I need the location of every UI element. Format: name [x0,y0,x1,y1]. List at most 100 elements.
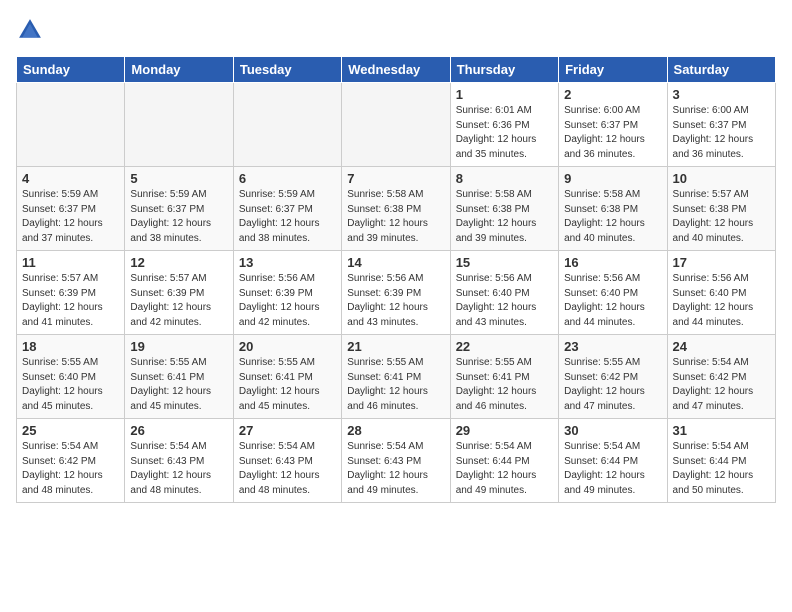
day-number: 9 [564,171,661,186]
day-number: 24 [673,339,770,354]
calendar-week-row: 4 Sunrise: 5:59 AMSunset: 6:37 PMDaylight… [17,167,776,251]
calendar-cell: 9Sunrise: 5:58 AMSunset: 6:38 PMDaylight… [559,167,667,251]
day-info: Sunrise: 5:55 AMSunset: 6:41 PMDaylight:… [239,356,336,414]
calendar-cell: 27 Sunrise: 5:54 AMSunset: 6:43 PMDayligh… [233,419,341,503]
day-info: Sunrise: 5:57 AMSunset: 6:39 PMDaylight:… [22,272,119,330]
calendar-cell: 25Sunrise: 5:54 AMSunset: 6:42 PMDayligh… [17,419,125,503]
calendar-cell: 12 Sunrise: 5:57 AMSunset: 6:39 PMDayligh… [125,251,233,335]
header-friday: Friday [559,57,667,83]
day-info: Sunrise: 5:54 AMSunset: 6:42 PMDaylight:… [673,356,770,414]
calendar-cell: 19 Sunrise: 5:55 AMSunset: 6:41 PMDayligh… [125,335,233,419]
calendar-cell: 26 Sunrise: 5:54 AMSunset: 6:43 PMDayligh… [125,419,233,503]
calendar-cell: 14 Sunrise: 5:56 AMSunset: 6:39 PMDayligh… [342,251,450,335]
day-info: Sunrise: 6:01 AMSunset: 6:36 PMDaylight:… [456,104,553,162]
calendar-cell: 29 Sunrise: 5:54 AMSunset: 6:44 PMDayligh… [450,419,558,503]
day-number: 29 [456,423,553,438]
calendar-cell: 28 Sunrise: 5:54 AMSunset: 6:43 PMDayligh… [342,419,450,503]
day-info: Sunrise: 5:56 AMSunset: 6:40 PMDaylight:… [673,272,770,330]
day-number: 27 [239,423,336,438]
day-info: Sunrise: 5:54 AMSunset: 6:44 PMDaylight:… [564,440,661,498]
calendar-week-row: 18 Sunrise: 5:55 AMSunset: 6:40 PMDayligh… [17,335,776,419]
day-number: 17 [673,255,770,270]
day-info: Sunrise: 5:56 AMSunset: 6:39 PMDaylight:… [239,272,336,330]
calendar-cell: 30 Sunrise: 5:54 AMSunset: 6:44 PMDayligh… [559,419,667,503]
day-info: Sunrise: 5:54 AMSunset: 6:44 PMDaylight:… [673,440,770,498]
day-info: Sunrise: 5:55 AMSunset: 6:41 PMDaylight:… [347,356,444,414]
day-info: Sunrise: 5:59 AMSunset: 6:37 PMDaylight:… [130,188,227,246]
header-saturday: Saturday [667,57,775,83]
header-monday: Monday [125,57,233,83]
day-number: 14 [347,255,444,270]
day-number: 18 [22,339,119,354]
day-info: Sunrise: 5:54 AMSunset: 6:42 PMDaylight:… [22,440,119,498]
header-tuesday: Tuesday [233,57,341,83]
logo-icon [16,16,44,44]
day-number: 30 [564,423,661,438]
day-number: 10 [673,171,770,186]
day-number: 1 [456,87,553,102]
calendar-cell: 23 Sunrise: 5:55 AMSunset: 6:42 PMDayligh… [559,335,667,419]
day-number: 3 [673,87,770,102]
day-info: Sunrise: 5:54 AMSunset: 6:44 PMDaylight:… [456,440,553,498]
day-info: Sunrise: 5:55 AMSunset: 6:40 PMDaylight:… [22,356,119,414]
day-number: 16 [564,255,661,270]
calendar-cell: 5 Sunrise: 5:59 AMSunset: 6:37 PMDaylight… [125,167,233,251]
header-wednesday: Wednesday [342,57,450,83]
calendar-cell: 17 Sunrise: 5:56 AMSunset: 6:40 PMDayligh… [667,251,775,335]
day-info: Sunrise: 6:00 AMSunset: 6:37 PMDaylight:… [564,104,661,162]
day-number: 22 [456,339,553,354]
calendar-week-row: 11Sunrise: 5:57 AMSunset: 6:39 PMDayligh… [17,251,776,335]
calendar-cell: 2Sunrise: 6:00 AMSunset: 6:37 PMDaylight… [559,83,667,167]
calendar-table: SundayMondayTuesdayWednesdayThursdayFrid… [16,56,776,503]
day-number: 21 [347,339,444,354]
day-number: 4 [22,171,119,186]
day-info: Sunrise: 5:58 AMSunset: 6:38 PMDaylight:… [456,188,553,246]
calendar-cell: 22 Sunrise: 5:55 AMSunset: 6:41 PMDayligh… [450,335,558,419]
day-info: Sunrise: 5:57 AMSunset: 6:38 PMDaylight:… [673,188,770,246]
day-info: Sunrise: 5:55 AMSunset: 6:41 PMDaylight:… [456,356,553,414]
day-info: Sunrise: 5:56 AMSunset: 6:39 PMDaylight:… [347,272,444,330]
calendar-cell: 13 Sunrise: 5:56 AMSunset: 6:39 PMDayligh… [233,251,341,335]
day-info: Sunrise: 5:54 AMSunset: 6:43 PMDaylight:… [347,440,444,498]
day-info: Sunrise: 5:59 AMSunset: 6:37 PMDaylight:… [239,188,336,246]
day-info: Sunrise: 5:55 AMSunset: 6:41 PMDaylight:… [130,356,227,414]
header-thursday: Thursday [450,57,558,83]
calendar-cell: 8Sunrise: 5:58 AMSunset: 6:38 PMDaylight… [450,167,558,251]
calendar-cell: 1 Sunrise: 6:01 AMSunset: 6:36 PMDaylight… [450,83,558,167]
calendar-cell: 31 Sunrise: 5:54 AMSunset: 6:44 PMDayligh… [667,419,775,503]
day-info: Sunrise: 5:55 AMSunset: 6:42 PMDaylight:… [564,356,661,414]
calendar-week-row: 25Sunrise: 5:54 AMSunset: 6:42 PMDayligh… [17,419,776,503]
calendar-cell [125,83,233,167]
day-number: 20 [239,339,336,354]
calendar-cell: 11Sunrise: 5:57 AMSunset: 6:39 PMDayligh… [17,251,125,335]
calendar-cell: 24 Sunrise: 5:54 AMSunset: 6:42 PMDayligh… [667,335,775,419]
header-sunday: Sunday [17,57,125,83]
calendar-week-row: 1 Sunrise: 6:01 AMSunset: 6:36 PMDaylight… [17,83,776,167]
day-number: 28 [347,423,444,438]
calendar-cell [342,83,450,167]
day-info: Sunrise: 5:54 AMSunset: 6:43 PMDaylight:… [130,440,227,498]
page-header [16,16,776,44]
day-number: 23 [564,339,661,354]
calendar-header-row: SundayMondayTuesdayWednesdayThursdayFrid… [17,57,776,83]
day-number: 31 [673,423,770,438]
calendar-cell: 20 Sunrise: 5:55 AMSunset: 6:41 PMDayligh… [233,335,341,419]
day-number: 19 [130,339,227,354]
day-info: Sunrise: 5:57 AMSunset: 6:39 PMDaylight:… [130,272,227,330]
calendar-cell: 6 Sunrise: 5:59 AMSunset: 6:37 PMDaylight… [233,167,341,251]
logo [16,16,48,44]
day-number: 26 [130,423,227,438]
day-number: 13 [239,255,336,270]
day-number: 15 [456,255,553,270]
day-info: Sunrise: 5:54 AMSunset: 6:43 PMDaylight:… [239,440,336,498]
day-number: 7 [347,171,444,186]
calendar-cell: 3Sunrise: 6:00 AMSunset: 6:37 PMDaylight… [667,83,775,167]
day-info: Sunrise: 5:58 AMSunset: 6:38 PMDaylight:… [347,188,444,246]
calendar-cell: 15Sunrise: 5:56 AMSunset: 6:40 PMDayligh… [450,251,558,335]
day-number: 6 [239,171,336,186]
calendar-cell: 16Sunrise: 5:56 AMSunset: 6:40 PMDayligh… [559,251,667,335]
day-number: 12 [130,255,227,270]
day-number: 5 [130,171,227,186]
calendar-cell: 21 Sunrise: 5:55 AMSunset: 6:41 PMDayligh… [342,335,450,419]
day-info: Sunrise: 5:59 AMSunset: 6:37 PMDaylight:… [22,188,119,246]
